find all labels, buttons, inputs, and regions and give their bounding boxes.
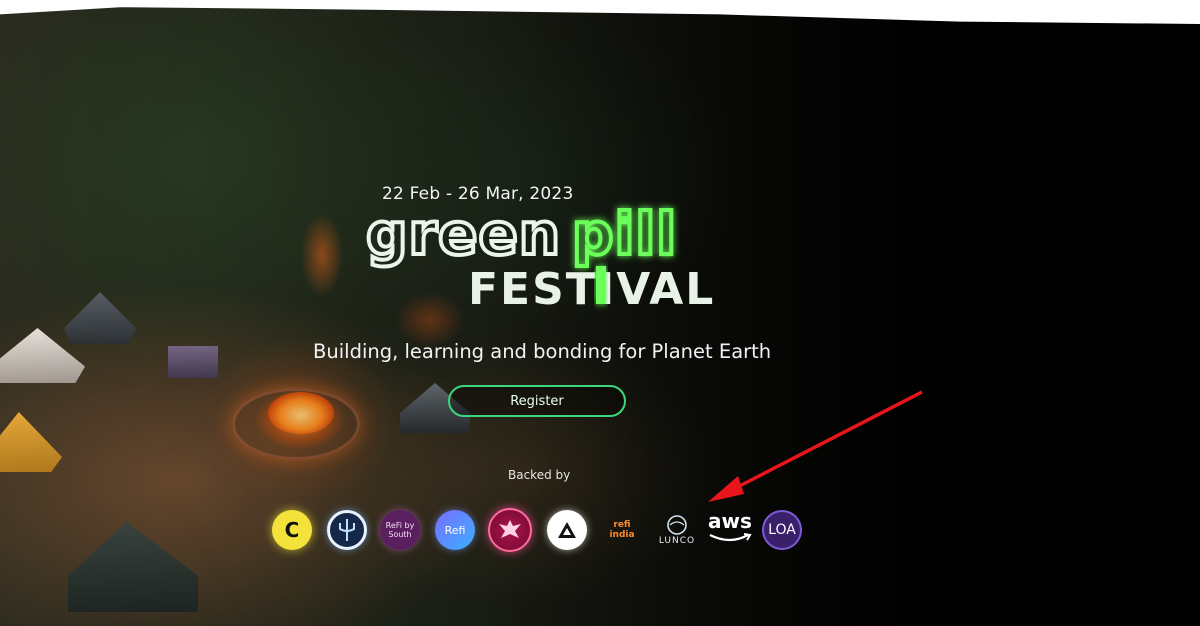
festival-landing-page: 22 Feb - 26 Mar, 2023 green pill FESTIVA… — [0, 0, 1200, 626]
aws-text: aws — [708, 509, 752, 533]
loa-text: LOA — [768, 522, 796, 538]
logo-pill-text: pill — [572, 200, 677, 268]
refi-india-text: refi india — [609, 520, 635, 540]
refi-logo[interactable]: Refi — [435, 510, 475, 550]
refi-india-logo[interactable]: refi india — [600, 510, 644, 550]
aws-logo[interactable]: aws — [705, 506, 755, 546]
c-logo-text: C — [284, 518, 300, 542]
lunco-planet-icon — [667, 515, 687, 535]
register-button[interactable]: Register — [448, 385, 626, 417]
backed-by-label: Backed by — [508, 468, 571, 482]
c-logo[interactable]: C — [272, 510, 312, 550]
refi-south-logo[interactable]: ReFi by South — [380, 510, 420, 550]
lunco-logo[interactable]: LUNCO — [654, 510, 700, 550]
triangle-logo[interactable] — [547, 510, 587, 550]
loa-logo[interactable]: LOA — [762, 510, 802, 550]
trident-icon — [339, 519, 355, 541]
refi-text: Refi — [444, 523, 466, 537]
logo-green-text: green — [366, 200, 561, 268]
logo-festival-text: FESTIVAL — [468, 264, 715, 312]
right-dark-panel — [985, 28, 1200, 626]
phoenix-logo[interactable] — [488, 508, 532, 552]
triangle-icon — [558, 522, 576, 538]
lunco-text: LUNCO — [658, 536, 696, 546]
aws-smile-icon — [709, 533, 752, 542]
greenpill-festival-logo: green pill FESTIVAL — [364, 198, 715, 312]
trident-logo[interactable] — [327, 510, 367, 550]
tagline: Building, learning and bonding for Plane… — [313, 340, 772, 363]
red-arrow-icon — [708, 390, 923, 502]
refi-south-text: ReFi by South — [385, 521, 415, 539]
phoenix-icon — [499, 520, 521, 538]
